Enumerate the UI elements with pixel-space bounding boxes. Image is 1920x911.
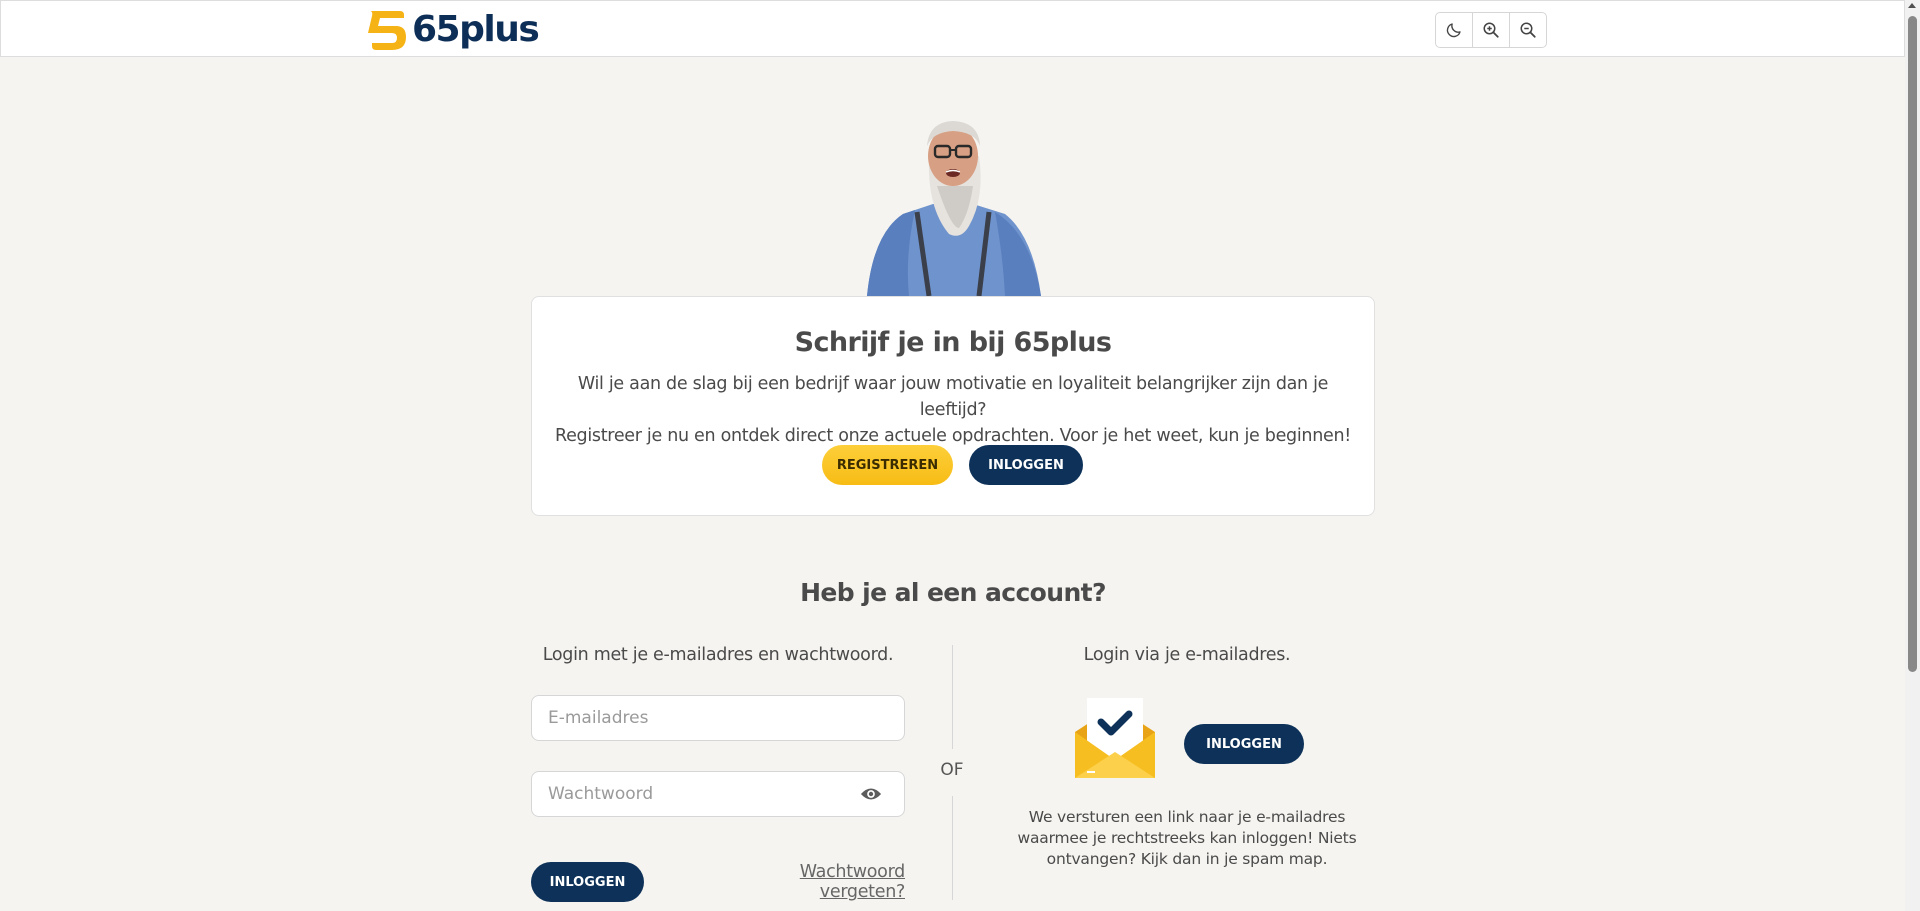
email-field[interactable]: E-mailadres	[531, 695, 905, 741]
register-button[interactable]: REGISTREREN	[822, 445, 953, 485]
signup-card: Schrijf je in bij 65plus Wil je aan de s…	[531, 296, 1375, 516]
moon-icon	[1446, 23, 1461, 38]
magic-link-label: Login via je e-mailadres.	[1083, 645, 1291, 665]
zoom-in-icon	[1483, 22, 1499, 38]
magic-link-description: We versturen een link naar je e-mailadre…	[1017, 808, 1357, 868]
divider-top	[952, 645, 953, 749]
signup-title: Schrijf je in bij 65plus	[794, 327, 1112, 358]
senior-man-photo	[867, 121, 1041, 296]
logo-text: 65plus	[412, 9, 540, 50]
zoom-out-button[interactable]	[1510, 13, 1546, 47]
forgot-password-link[interactable]: Wachtwoord vergeten?	[714, 862, 906, 902]
scroll-up-arrow-icon[interactable]	[1908, 3, 1916, 8]
envelope-check-icon	[1075, 698, 1155, 778]
site-header: 65plus	[0, 0, 1905, 57]
divider-bottom	[952, 796, 953, 900]
password-login-button[interactable]: INLOGGEN	[531, 862, 644, 902]
zoom-out-icon	[1520, 22, 1536, 38]
show-password-icon[interactable]	[860, 785, 882, 803]
signup-description: Wil je aan de slag bij een bedrijf waar …	[552, 371, 1354, 449]
signup-text-line-2: Registreer je nu en ontdek direct onze a…	[555, 426, 1351, 446]
scrollbar-thumb[interactable]	[1908, 16, 1917, 672]
login-section-title: Heb je al een account?	[800, 578, 1106, 607]
magic-link-login-button[interactable]: INLOGGEN	[1184, 724, 1304, 764]
dark-mode-button[interactable]	[1436, 13, 1473, 47]
or-separator: OF	[940, 760, 964, 780]
password-field[interactable]: Wachtwoord	[531, 771, 905, 817]
password-login-label: Login met je e-mailadres en wachtwoord.	[542, 645, 894, 665]
logo-mark-icon	[368, 11, 406, 50]
password-placeholder: Wachtwoord	[548, 784, 654, 804]
email-placeholder: E-mailadres	[548, 708, 649, 728]
page-scrollbar[interactable]	[1905, 0, 1920, 911]
signup-login-button[interactable]: INLOGGEN	[969, 445, 1083, 485]
accessibility-toolbar	[1435, 12, 1547, 48]
signup-text-line-1: Wil je aan de slag bij een bedrijf waar …	[577, 374, 1329, 420]
logo[interactable]: 65plus	[366, 7, 540, 53]
zoom-in-button[interactable]	[1473, 13, 1510, 47]
